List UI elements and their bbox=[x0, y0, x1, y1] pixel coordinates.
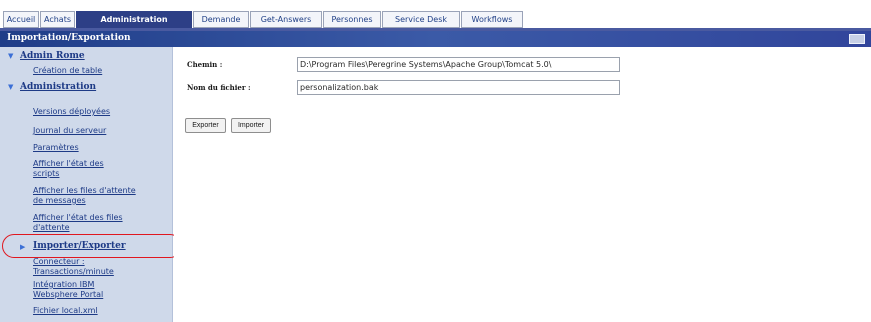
tab-service-desk[interactable]: Service Desk bbox=[382, 11, 460, 28]
sidebar-item-local-xml[interactable]: Fichier local.xml bbox=[33, 306, 168, 316]
sidebar-item-connecteur[interactable]: Connecteur : Transactions/minute bbox=[33, 257, 153, 277]
collapse-arrow-icon[interactable]: ▼ bbox=[8, 83, 13, 91]
tab-personnes[interactable]: Personnes bbox=[323, 11, 381, 28]
sidebar-item-creation-table[interactable]: Création de table bbox=[33, 66, 168, 76]
sidebar-section-admin-rome[interactable]: Admin Rome bbox=[20, 51, 85, 61]
top-tab-bar: Accueil Achats Administration Demande Ge… bbox=[0, 0, 871, 31]
window-icon[interactable] bbox=[849, 34, 865, 44]
path-label: Chemin : bbox=[187, 60, 223, 69]
page-header: Importation/Exportation bbox=[0, 31, 871, 47]
tab-workflows[interactable]: Workflows bbox=[461, 11, 523, 28]
import-button[interactable]: Importer bbox=[231, 118, 271, 133]
sidebar-item-ibm-websphere[interactable]: Intégration IBM Websphere Portal bbox=[33, 280, 129, 300]
tab-demande[interactable]: Demande bbox=[193, 11, 249, 28]
sidebar-item-etat-scripts[interactable]: Afficher l'état des scripts bbox=[33, 159, 105, 179]
export-button[interactable]: Exporter bbox=[185, 118, 226, 133]
filename-label: Nom du fichier : bbox=[187, 83, 251, 92]
sidebar-section-administration[interactable]: Administration bbox=[20, 82, 96, 92]
tab-accueil[interactable]: Accueil bbox=[3, 11, 39, 28]
tab-get-answers[interactable]: Get-Answers bbox=[250, 11, 322, 28]
sidebar: ▼ Admin Rome Création de table ▼ Adminis… bbox=[0, 47, 173, 322]
main-panel: Chemin : D:\Program Files\Peregrine Syst… bbox=[174, 47, 871, 322]
page-title: Importation/Exportation bbox=[7, 33, 131, 43]
tab-achats[interactable]: Achats bbox=[40, 11, 75, 28]
sidebar-item-files-messages[interactable]: Afficher les files d'attente de messages bbox=[33, 186, 143, 206]
sidebar-item-journal[interactable]: Journal du serveur bbox=[33, 126, 168, 136]
highlight-annotation bbox=[2, 234, 182, 258]
path-field[interactable]: D:\Program Files\Peregrine Systems\Apach… bbox=[297, 57, 620, 72]
collapse-arrow-icon[interactable]: ▼ bbox=[8, 52, 13, 60]
tab-administration[interactable]: Administration bbox=[76, 11, 192, 28]
sidebar-item-versions[interactable]: Versions déployées bbox=[33, 107, 168, 117]
sidebar-item-etat-files[interactable]: Afficher l'état des files d'attente bbox=[33, 213, 143, 233]
filename-field[interactable]: personalization.bak bbox=[297, 80, 620, 95]
sidebar-item-parametres[interactable]: Paramètres bbox=[33, 143, 168, 153]
